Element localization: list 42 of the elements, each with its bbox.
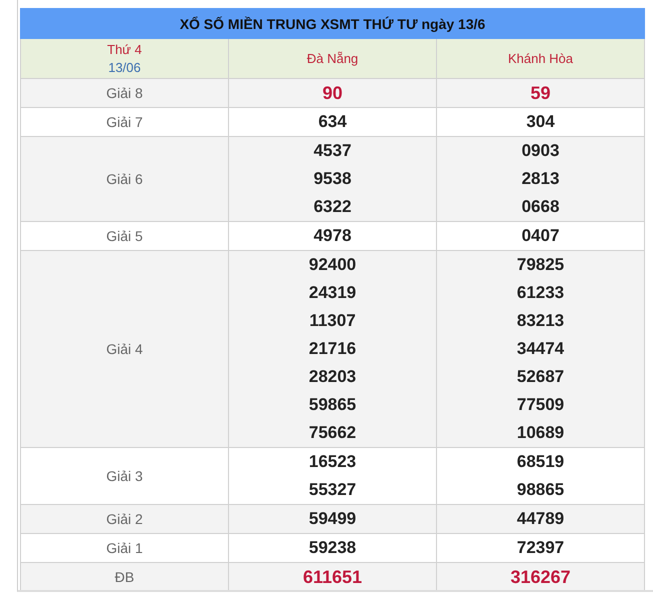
result-number: 59865 bbox=[308, 394, 358, 416]
result-number: 6322 bbox=[312, 196, 352, 218]
result-number: 98865 bbox=[516, 479, 566, 501]
result-number: 0668 bbox=[520, 196, 560, 218]
result-number: 72397 bbox=[516, 537, 566, 559]
result-number: 90 bbox=[321, 82, 344, 105]
result-number: 52687 bbox=[516, 366, 566, 388]
result-number: 24319 bbox=[308, 282, 358, 304]
result-number: 16523 bbox=[308, 451, 358, 473]
result-number: 11307 bbox=[308, 310, 357, 332]
result-number: 75662 bbox=[308, 422, 358, 444]
result-number: 28203 bbox=[308, 366, 358, 388]
result-number: 611651 bbox=[302, 566, 364, 589]
province-header: Đà Nẵng bbox=[228, 38, 436, 78]
result-number: 61233 bbox=[516, 282, 566, 304]
result-number: 59 bbox=[529, 82, 552, 105]
result-number: 34474 bbox=[516, 338, 566, 360]
result-number: 55327 bbox=[308, 479, 358, 501]
result-number: 79825 bbox=[516, 254, 566, 276]
result-number: 4978 bbox=[312, 225, 352, 247]
result-number: 59499 bbox=[308, 508, 358, 530]
result-number: 0407 bbox=[520, 225, 560, 247]
result-number: 9538 bbox=[312, 168, 352, 190]
result-number: 634 bbox=[317, 111, 348, 133]
result-number: 304 bbox=[525, 111, 556, 133]
result-number: 68519 bbox=[516, 451, 566, 473]
result-number: 83213 bbox=[516, 310, 566, 332]
result-number: 2813 bbox=[520, 168, 560, 190]
result-number: 92400 bbox=[308, 254, 358, 276]
province-header: Khánh Hòa bbox=[436, 38, 644, 78]
result-number: 0903 bbox=[520, 140, 560, 162]
result-number: 44789 bbox=[516, 508, 566, 530]
weekday-label: Thứ 4 bbox=[106, 42, 143, 57]
result-number: 59238 bbox=[308, 537, 358, 559]
result-number: 77509 bbox=[516, 394, 566, 416]
prize-label: ĐB bbox=[20, 562, 228, 590]
table-title: XỔ SỐ MIỀN TRUNG XSMT THỨ TƯ ngày 13/6 bbox=[20, 8, 644, 38]
result-number: 10689 bbox=[516, 422, 566, 444]
date-label: 13/06 bbox=[107, 60, 142, 75]
result-number: 316267 bbox=[509, 566, 572, 589]
result-number: 4537 bbox=[312, 140, 352, 162]
result-number: 21716 bbox=[308, 338, 358, 360]
